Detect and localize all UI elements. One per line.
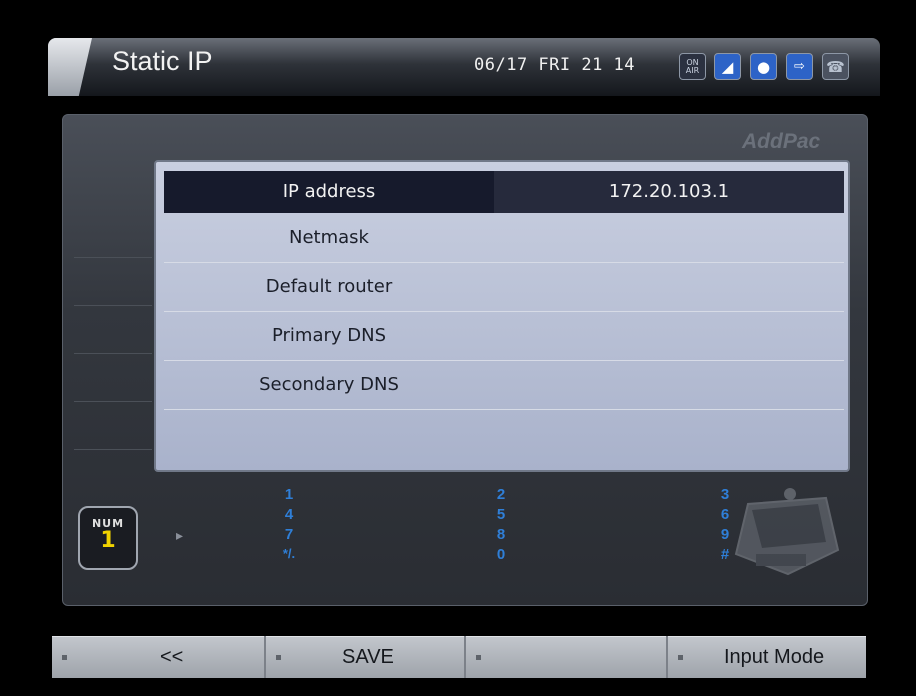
bullet-icon [276,655,281,660]
input-mode-badge: NUM 1 [78,506,138,570]
row-label: Default router [265,276,393,297]
row-label: Netmask [289,227,369,248]
keypad-key: 2 [496,486,506,503]
page-title: Static IP [112,46,213,76]
brand-logo: AddPac [742,130,821,153]
network-icon: ⇨ [786,53,813,80]
speaker-icon: ◢ [714,53,741,80]
arrow-right-icon: ▸ [176,528,184,544]
keypad-key: 8 [496,526,506,543]
bullet-icon [678,655,683,660]
keypad-key: 7 [284,526,294,543]
row-ip-address[interactable]: IP address 172.20.103.1 [164,171,844,213]
back-button[interactable]: << [52,636,264,678]
keypad-key: 4 [284,506,294,523]
phone-icon: ☎ [822,53,849,80]
secondary-dns-field[interactable] [494,361,844,409]
row-netmask[interactable]: Netmask [164,214,844,263]
static-ip-table: IP address 172.20.103.1 Netmask Default … [154,160,850,472]
user-icon: ● [750,53,777,80]
ip-address-field[interactable]: 172.20.103.1 [494,171,844,213]
datetime-display: 06/17 FRI 21 14 [474,55,636,75]
row-primary-dns[interactable]: Primary DNS [164,312,844,361]
save-button[interactable]: SAVE [266,636,464,678]
row-secondary-dns[interactable]: Secondary DNS [164,361,844,410]
keypad-key: 5 [496,506,506,523]
bullet-icon [62,655,67,660]
side-decoration [74,210,152,470]
input-mode-button[interactable]: Input Mode [668,636,866,678]
row-label: Primary DNS [271,325,387,346]
on-air-icon-text: ON AIR [685,57,700,75]
on-air-icon: ON AIR [679,53,706,80]
input-mode-number: 1 [100,528,116,553]
netmask-field[interactable] [494,214,844,262]
default-router-field[interactable] [494,263,844,311]
row-label: Secondary DNS [259,374,399,395]
keypad-key: 1 [284,486,294,503]
row-default-router[interactable]: Default router [164,263,844,312]
keypad-key: */. [282,546,296,561]
input-mode-button-label: Input Mode [724,645,825,668]
back-button-label: << [160,645,184,668]
primary-dns-field[interactable] [494,312,844,360]
device-illustration [734,488,840,576]
save-button-label: SAVE [342,645,394,668]
keypad-key: 0 [496,546,506,563]
bullet-icon [476,655,481,660]
row-label: IP address [282,181,376,202]
blank-function-button[interactable] [466,636,666,678]
